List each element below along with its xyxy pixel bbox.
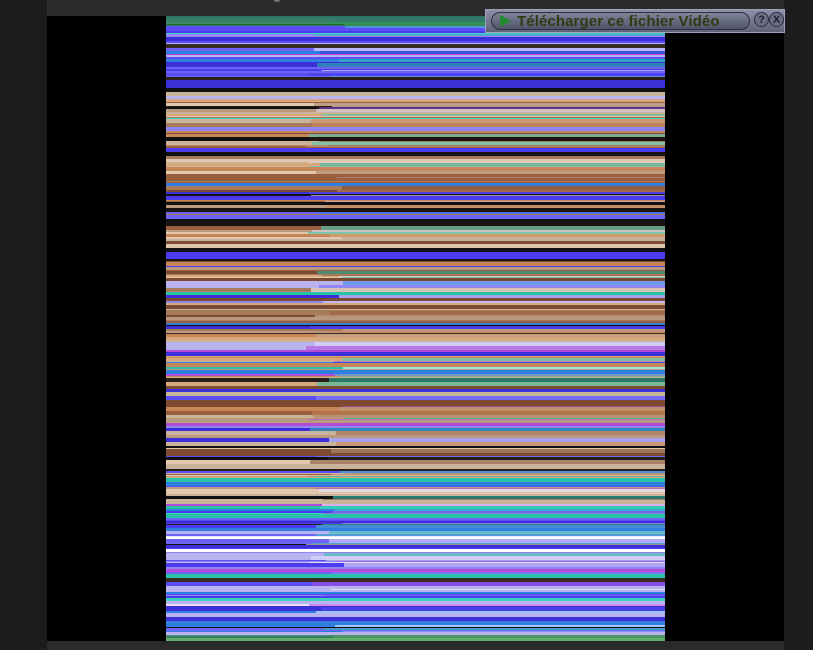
close-icon[interactable]: X (769, 12, 784, 27)
help-icon[interactable]: ? (754, 12, 769, 27)
download-label: Télécharger ce fichier Vidéo (517, 12, 720, 30)
play-icon (500, 15, 511, 27)
speaker-muted-icon (783, 616, 784, 641)
video-player[interactable] (47, 16, 784, 641)
download-banner: Télécharger ce fichier Vidéo ? X (485, 9, 785, 33)
toolbar-indicator (273, 0, 281, 2)
video-frame (166, 16, 665, 641)
bottom-strip (47, 641, 784, 650)
mute-button[interactable] (783, 616, 784, 641)
download-video-button[interactable]: Télécharger ce fichier Vidéo (491, 12, 750, 30)
glitched-video-content (166, 16, 665, 641)
page: Télécharger ce fichier Vidéo ? X (0, 0, 813, 650)
